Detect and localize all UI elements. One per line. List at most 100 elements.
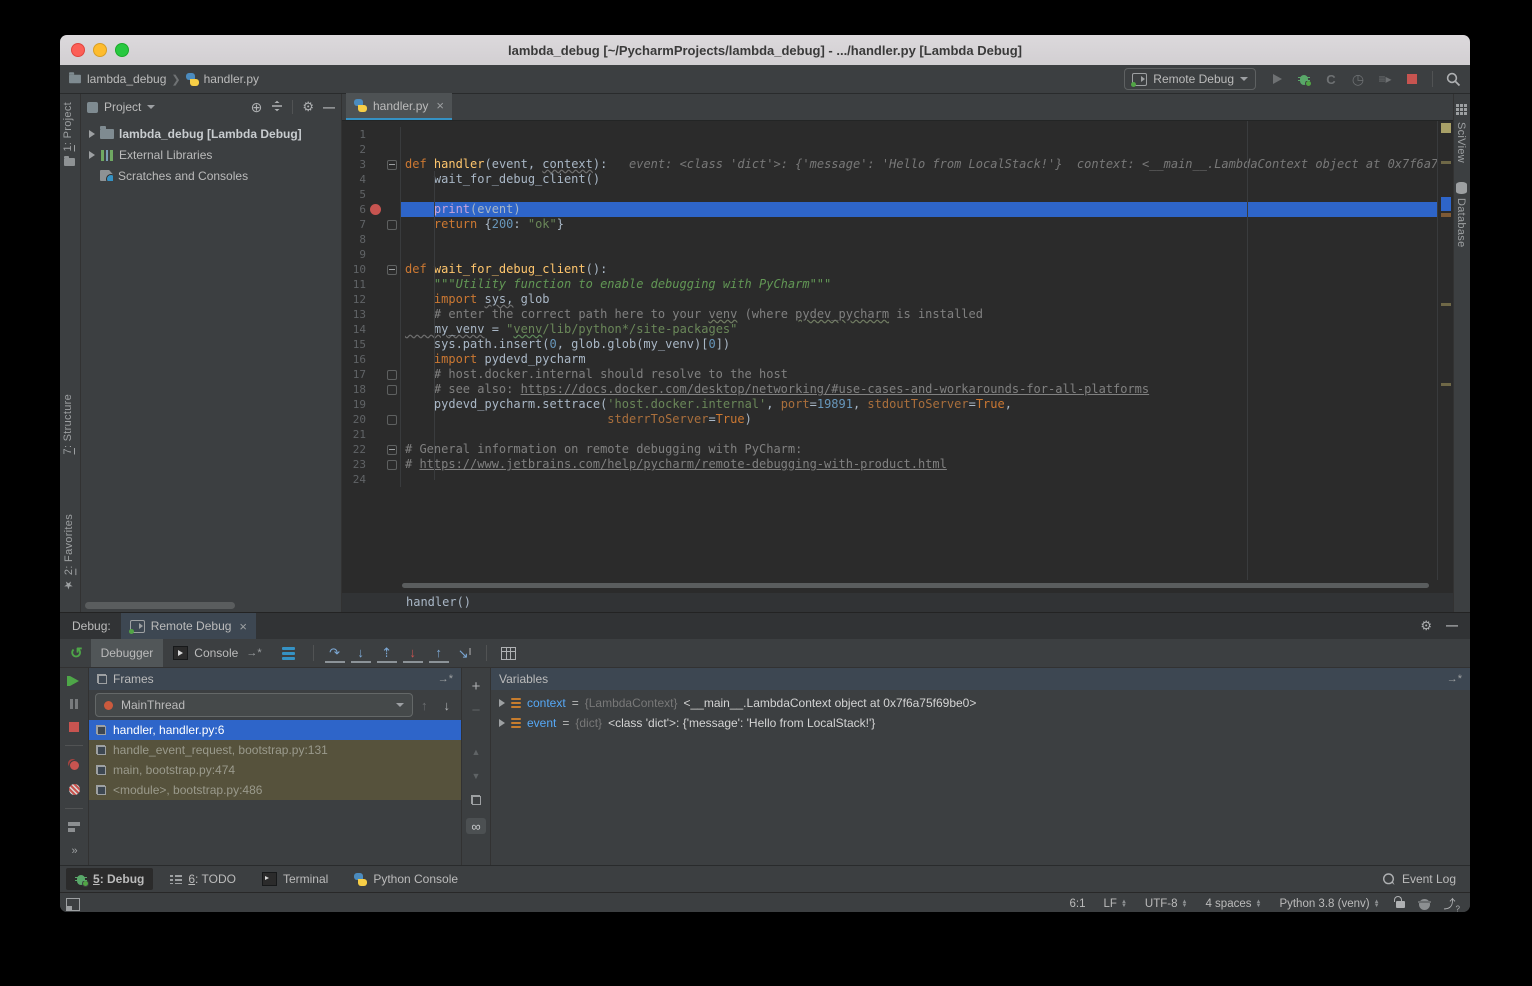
add-watch-icon[interactable]: +: [472, 674, 481, 698]
chevron-down-icon[interactable]: [147, 105, 155, 109]
interpreter-select[interactable]: Python 3.8 (venv)▲▼: [1279, 898, 1379, 910]
editor-hscrollbar[interactable]: [342, 580, 1453, 592]
pin-icon[interactable]: →*: [1447, 673, 1462, 685]
pin-tab-icon[interactable]: →*: [246, 647, 261, 659]
run-with-configurations-button[interactable]: ≡▸: [1376, 70, 1394, 88]
gutter[interactable]: [366, 172, 401, 187]
remove-watch-icon[interactable]: −: [472, 698, 481, 722]
close-window-button[interactable]: [71, 43, 85, 57]
gutter[interactable]: [366, 442, 401, 457]
code-line[interactable]: 6 print(event): [342, 202, 1453, 217]
breakpoint-icon[interactable]: [370, 204, 381, 215]
code-line[interactable]: 9: [342, 247, 1453, 262]
move-up-icon[interactable]: ▲: [472, 740, 481, 764]
toolwindow-button-database[interactable]: Database: [1455, 198, 1467, 248]
code-line[interactable]: 24: [342, 472, 1453, 487]
fold-marker-icon[interactable]: [387, 445, 397, 455]
gear-icon[interactable]: ⚙: [302, 99, 314, 115]
toolwindow-button-sciview[interactable]: SciView: [1455, 122, 1467, 163]
expand-arrow-icon[interactable]: [499, 699, 505, 707]
view-options-icon[interactable]: [282, 647, 295, 660]
gutter[interactable]: [366, 292, 401, 307]
step-out-icon[interactable]: ↑: [429, 643, 449, 663]
tab-console[interactable]: Console →*: [163, 639, 271, 667]
toolwindow-button-project[interactable]: 1: Project: [62, 102, 74, 151]
stack-frame[interactable]: handler, handler.py:6: [89, 720, 461, 740]
gutter[interactable]: [366, 202, 401, 217]
toolwindow-button-debug[interactable]: 5: Debug: [66, 868, 153, 890]
code-line[interactable]: 10def wait_for_debug_client():: [342, 262, 1453, 277]
code-line[interactable]: 15 sys.path.insert(0, glob.glob(my_venv)…: [342, 337, 1453, 352]
gutter[interactable]: [366, 232, 401, 247]
run-configuration-select[interactable]: Remote Debug: [1124, 68, 1256, 90]
run-button[interactable]: [1268, 70, 1286, 88]
run-to-cursor-icon[interactable]: ↘I: [455, 644, 475, 662]
error-stripe[interactable]: [1437, 121, 1453, 580]
gutter[interactable]: [366, 427, 401, 442]
project-tree-item[interactable]: Scratches and Consoles: [81, 165, 341, 186]
close-tab-icon[interactable]: ×: [436, 98, 444, 113]
close-session-icon[interactable]: ×: [239, 619, 247, 634]
hide-panel-icon[interactable]: —: [1446, 618, 1458, 634]
stack-frame[interactable]: handle_event_request, bootstrap.py:131: [89, 740, 461, 760]
toolwindow-button-todo[interactable]: 6: TODO: [161, 868, 245, 890]
fold-marker-icon[interactable]: [387, 460, 397, 470]
code-line[interactable]: 19 pydevd_pycharm.settrace('host.docker.…: [342, 397, 1453, 412]
gutter[interactable]: [366, 127, 401, 142]
collapse-all-icon[interactable]: [271, 100, 283, 115]
variable-row[interactable]: context = {LambdaContext} <__main__.Lamb…: [491, 693, 1470, 713]
search-everywhere-icon[interactable]: [1444, 70, 1462, 88]
variable-row[interactable]: event = {dict} <class 'dict'>: {'message…: [491, 713, 1470, 733]
fold-marker-icon[interactable]: [387, 265, 397, 275]
fold-marker-icon[interactable]: [387, 160, 397, 170]
expand-arrow-icon[interactable]: [499, 719, 505, 727]
fold-marker-icon[interactable]: [387, 385, 397, 395]
code-line[interactable]: 7 return {200: "ok"}: [342, 217, 1453, 232]
thread-select[interactable]: MainThread: [95, 693, 413, 717]
show-watches-icon[interactable]: ∞: [466, 818, 486, 834]
gutter[interactable]: [366, 457, 401, 472]
project-panel-title[interactable]: Project: [104, 100, 141, 114]
stack-frame[interactable]: main, bootstrap.py:474: [89, 760, 461, 780]
project-tree-item[interactable]: lambda_debug [Lambda Debug]: [81, 123, 341, 144]
expand-arrow-icon[interactable]: [89, 151, 95, 159]
toolwindow-button-terminal[interactable]: Terminal: [253, 868, 337, 890]
code-line[interactable]: 11 """Utility function to enable debuggi…: [342, 277, 1453, 292]
toolwindow-toggle-icon[interactable]: [66, 898, 80, 911]
indent-select[interactable]: 4 spaces▲▼: [1205, 898, 1261, 910]
gutter[interactable]: [366, 382, 401, 397]
step-into-my-code-icon[interactable]: ↓: [403, 643, 423, 663]
force-step-into-icon[interactable]: ⇡: [377, 643, 397, 663]
fold-marker-icon[interactable]: [387, 220, 397, 230]
move-down-icon[interactable]: ▼: [472, 764, 481, 788]
caret-position[interactable]: 6:1: [1070, 898, 1086, 910]
mute-breakpoints-icon[interactable]: [69, 784, 80, 795]
gutter[interactable]: [366, 187, 401, 202]
line-ending-select[interactable]: LF▲▼: [1104, 898, 1127, 910]
gutter[interactable]: [366, 247, 401, 262]
gutter[interactable]: [366, 322, 401, 337]
gutter[interactable]: [366, 472, 401, 487]
code-line[interactable]: 18 # see also: https://docs.docker.com/d…: [342, 382, 1453, 397]
gutter[interactable]: [366, 262, 401, 277]
project-hscrollbar[interactable]: [85, 602, 235, 609]
ide-updates-icon[interactable]: ⤴?: [1444, 895, 1460, 912]
debug-session-tab[interactable]: Remote Debug ×: [121, 613, 256, 639]
fold-marker-icon[interactable]: [387, 370, 397, 380]
profiler-button[interactable]: ◷: [1349, 70, 1367, 88]
gutter[interactable]: [366, 277, 401, 292]
code-line[interactable]: 1: [342, 127, 1453, 142]
restore-layout-icon[interactable]: [68, 822, 80, 832]
view-breakpoints-icon[interactable]: [68, 759, 80, 771]
gutter[interactable]: [366, 412, 401, 427]
pin-icon[interactable]: →*: [438, 673, 453, 685]
next-frame-icon[interactable]: ↓: [444, 698, 451, 713]
code-line[interactable]: 20 stderrToServer=True): [342, 412, 1453, 427]
tab-debugger[interactable]: Debugger: [91, 639, 164, 667]
gutter[interactable]: [366, 337, 401, 352]
debug-button[interactable]: [1295, 70, 1313, 88]
gutter[interactable]: [366, 367, 401, 382]
resume-icon[interactable]: [70, 676, 79, 686]
previous-frame-icon[interactable]: ↑: [421, 698, 428, 713]
encoding-select[interactable]: UTF-8▲▼: [1145, 898, 1188, 910]
